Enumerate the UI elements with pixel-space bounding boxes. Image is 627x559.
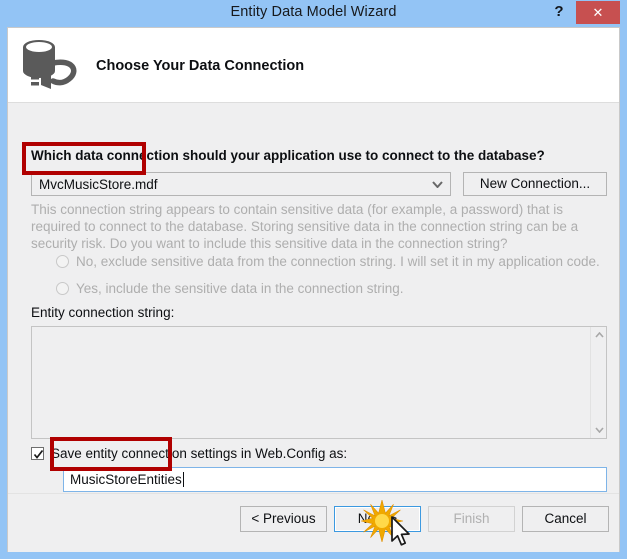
radio-exclude-sensitive-data[interactable]: No, exclude sensitive data from the conn…: [56, 254, 600, 269]
sensitive-data-notice: This connection string appears to contai…: [31, 202, 579, 252]
database-connection-icon: [17, 35, 87, 97]
textarea-scrollbar[interactable]: [590, 327, 606, 438]
radio-label: Yes, include the sensitive data in the c…: [76, 281, 404, 296]
cancel-button[interactable]: Cancel: [522, 506, 609, 532]
text-caret: [182, 472, 184, 487]
chevron-down-icon[interactable]: [424, 173, 450, 195]
wizard-header: Choose Your Data Connection: [8, 28, 619, 103]
wizard-body: Which data connection should your applic…: [8, 104, 619, 552]
radio-circle-icon: [56, 255, 69, 268]
finish-button: Finish: [428, 506, 515, 532]
next-button[interactable]: Next >: [334, 506, 421, 532]
title-bar: Entity Data Model Wizard ? ✕: [0, 0, 627, 27]
entity-connection-string-label: Entity connection string:: [31, 305, 175, 320]
close-icon: ✕: [592, 6, 604, 21]
dialog-window: Entity Data Model Wizard ? ✕ Choose Your…: [0, 0, 627, 559]
entities-name-value: MusicStoreEntities: [70, 472, 182, 487]
connection-prompt-label: Which data connection should your applic…: [31, 148, 545, 163]
help-button[interactable]: ?: [548, 1, 570, 23]
dialog-footer: < Previous Next > Finish Cancel: [8, 493, 619, 551]
window-title: Entity Data Model Wizard: [230, 4, 397, 20]
save-settings-label: Save entity connection settings in Web.C…: [51, 446, 348, 461]
radio-circle-icon: [56, 282, 69, 295]
data-connection-combobox[interactable]: MvcMusicStore.mdf: [31, 172, 451, 196]
radio-include-sensitive-data[interactable]: Yes, include the sensitive data in the c…: [56, 281, 403, 296]
radio-label: No, exclude sensitive data from the conn…: [76, 254, 600, 269]
save-settings-checkbox-row[interactable]: Save entity connection settings in Web.C…: [31, 446, 347, 461]
dialog-client-area: Choose Your Data Connection Which data c…: [7, 27, 620, 552]
chevron-up-icon[interactable]: [591, 327, 607, 343]
previous-button[interactable]: < Previous: [240, 506, 327, 532]
entity-connection-string-textarea[interactable]: [31, 326, 607, 439]
close-button[interactable]: ✕: [576, 1, 620, 24]
chevron-down-icon[interactable]: [591, 422, 607, 438]
entities-name-input[interactable]: MusicStoreEntities: [63, 467, 607, 492]
new-connection-button[interactable]: New Connection...: [463, 172, 607, 196]
save-settings-checkbox[interactable]: [31, 447, 44, 460]
checkmark-icon: [33, 449, 44, 459]
page-title: Choose Your Data Connection: [96, 58, 305, 74]
data-connection-value: MvcMusicStore.mdf: [39, 176, 158, 192]
